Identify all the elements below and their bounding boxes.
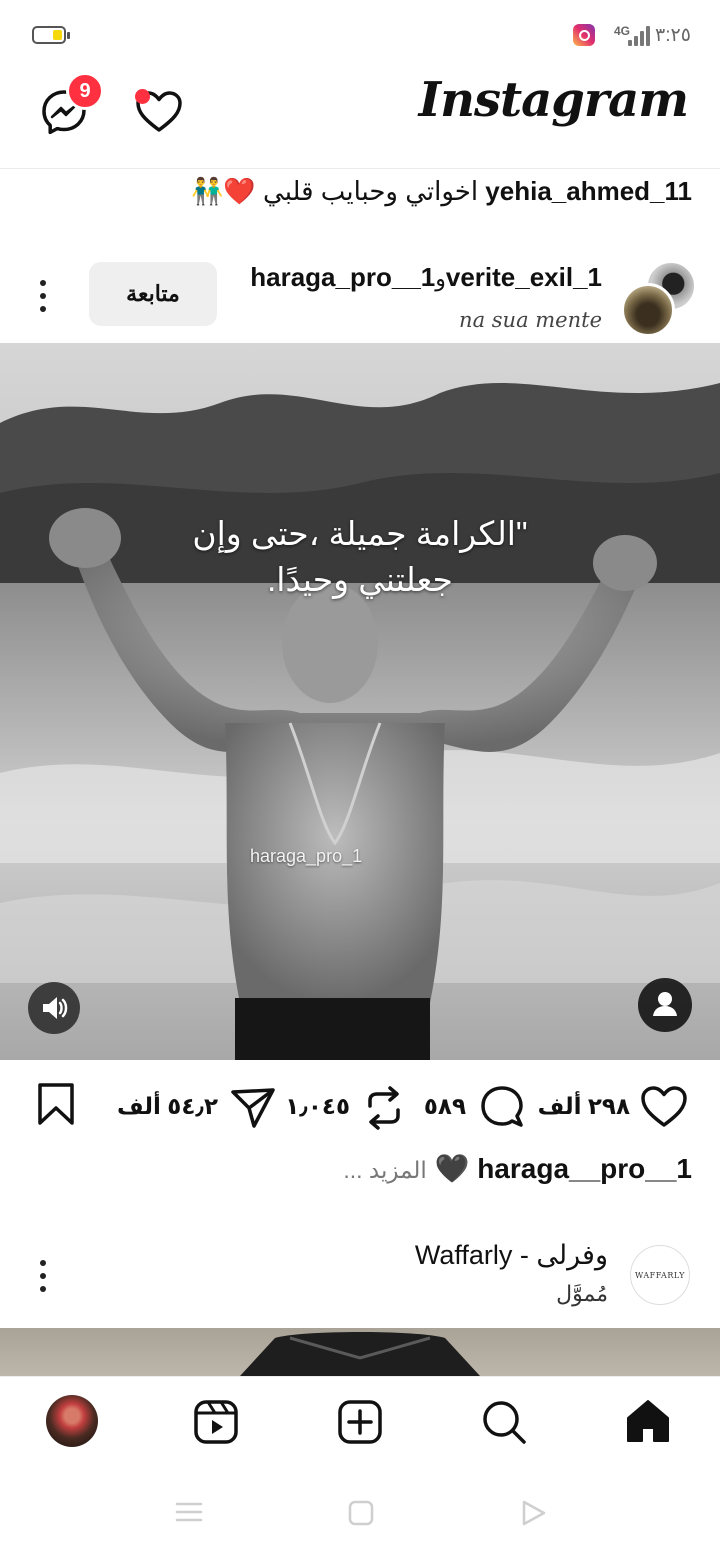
post-watermark: haraga_pro_1 (250, 846, 363, 866)
system-navigation (0, 1464, 720, 1560)
coauthor-avatar[interactable] (621, 283, 675, 337)
send-icon[interactable] (230, 1086, 276, 1130)
back-icon[interactable] (520, 1499, 548, 1527)
search-icon[interactable] (481, 1399, 527, 1445)
post-authors[interactable]: haraga_pro__1وverite_exil_1 (232, 262, 602, 293)
post-image[interactable]: "الكرامة جميلة ،حتى وإن جعلتني وحيدًا. h… (0, 343, 720, 1060)
sponsor-avatar[interactable]: WAFFARLY (630, 1245, 690, 1305)
ad-more-options-icon[interactable] (40, 1260, 48, 1292)
activity-dot (135, 89, 150, 104)
coauthor-name[interactable]: verite_exil_1 (446, 262, 602, 292)
like-icon[interactable] (640, 1084, 688, 1130)
caption-username[interactable]: haraga__pro__1 (477, 1153, 692, 1184)
signal-icon (628, 24, 650, 46)
reels-icon[interactable] (193, 1399, 239, 1445)
instagram-notification-icon (573, 24, 595, 46)
shared-caption[interactable]: yehia_ahmed_11 اخواتي وحبايب قلبي ❤️👬 (12, 176, 692, 207)
system-home-icon[interactable] (348, 1500, 374, 1526)
bottom-navigation (0, 1376, 720, 1465)
plus-square-icon[interactable] (337, 1399, 383, 1445)
instagram-logo: Instagram (418, 72, 689, 128)
follow-button[interactable]: متابعة (89, 262, 217, 326)
repost-count[interactable]: ١٫٠٤٥ (285, 1093, 350, 1120)
sponsored-image[interactable] (0, 1328, 720, 1376)
author-name[interactable]: haraga_pro__1 (250, 262, 435, 292)
bookmark-icon[interactable] (36, 1082, 76, 1126)
repost-icon[interactable] (362, 1084, 406, 1132)
app-header: 9 Instagram (0, 70, 720, 169)
like-count[interactable]: ٢٩٨ ألف (538, 1093, 630, 1120)
comment-count[interactable]: ٥٨٩ (424, 1093, 466, 1120)
shared-text: اخواتي وحبايب قلبي ❤️👬 (191, 176, 479, 206)
post-photo (0, 343, 720, 1060)
overlay-quote: "الكرامة جميلة ،حتى وإن جعلتني وحيدًا. (192, 515, 528, 598)
sponsor-logo-text: WAFFARLY (635, 1270, 685, 1280)
post-audio[interactable]: na sua mente (459, 308, 602, 332)
messenger-badge: 9 (66, 72, 104, 110)
profile-tab-avatar[interactable] (46, 1395, 98, 1447)
author-connector: و (435, 266, 446, 291)
recent-apps-icon[interactable] (175, 1500, 203, 1524)
sponsored-label: مُموَّل (556, 1281, 608, 1306)
sponsored-photo (240, 1332, 480, 1376)
home-icon[interactable] (625, 1398, 671, 1444)
tagged-people-button[interactable] (638, 978, 692, 1032)
shared-username[interactable]: yehia_ahmed_11 (485, 176, 692, 206)
sponsor-name[interactable]: وفرلى - Waffarly (415, 1240, 608, 1271)
caption-more-link[interactable]: ... المزيد (343, 1157, 426, 1183)
speaker-icon (43, 997, 68, 1019)
caption-emoji: 🖤 (434, 1153, 470, 1184)
post-caption[interactable]: ... المزيد 🖤 haraga__pro__1 (343, 1152, 692, 1185)
comment-icon[interactable] (478, 1084, 526, 1132)
sound-toggle[interactable] (28, 982, 80, 1034)
battery-icon (32, 26, 70, 44)
more-options-icon[interactable] (40, 280, 48, 312)
person-icon (653, 992, 677, 1016)
status-time: ٣:٢٥ (655, 25, 691, 46)
share-count[interactable]: ٥٤٫٢ ألف (117, 1093, 218, 1120)
status-bar: 4G ٣:٢٥ (0, 0, 720, 70)
